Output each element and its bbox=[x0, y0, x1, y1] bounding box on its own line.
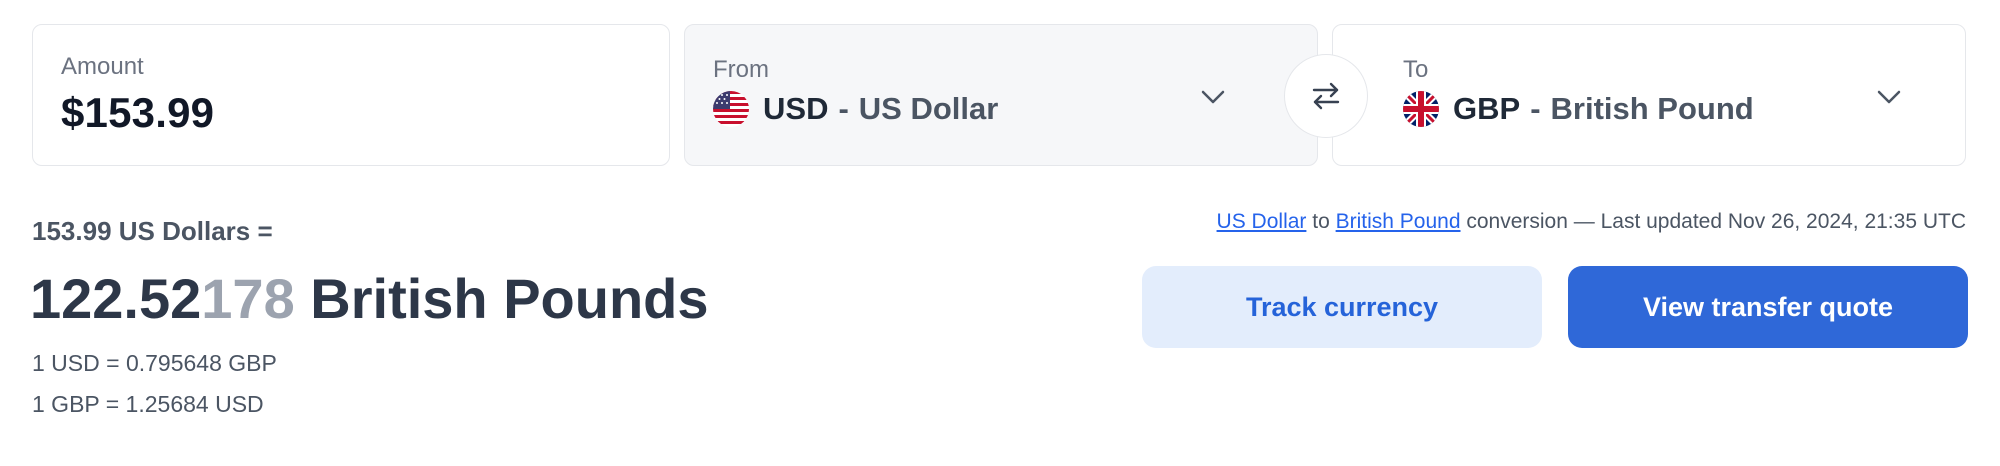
british-pound-link[interactable]: British Pound bbox=[1336, 210, 1461, 233]
us-flag-icon bbox=[713, 91, 749, 127]
to-currency-name: British Pound bbox=[1550, 91, 1754, 126]
to-currency-select[interactable]: To GBP - British Pound bbox=[1332, 24, 1966, 166]
source-amount-text: 153.99 US Dollars = bbox=[32, 216, 273, 246]
from-label: From bbox=[713, 56, 769, 83]
track-currency-button[interactable]: Track currency bbox=[1142, 266, 1542, 348]
swap-currencies-button[interactable] bbox=[1284, 54, 1368, 138]
from-currency-name: US Dollar bbox=[858, 91, 999, 126]
uk-flag-icon bbox=[1403, 91, 1439, 127]
to-currency-separator: - bbox=[1530, 91, 1541, 126]
from-currency-separator: - bbox=[838, 91, 849, 126]
to-currency-code: GBP bbox=[1453, 91, 1521, 126]
us-dollar-link[interactable]: US Dollar bbox=[1217, 210, 1307, 233]
chevron-down-icon[interactable] bbox=[1197, 81, 1229, 113]
converted-amount-extra-digits: 178 bbox=[201, 267, 295, 330]
conversion-info: US Dollar to British Pound conversion — … bbox=[1217, 210, 1966, 234]
from-currency-code: USD bbox=[763, 91, 829, 126]
from-currency-value: USD - US Dollar bbox=[713, 89, 998, 129]
from-currency-select[interactable]: From USD - US Dollar bbox=[684, 24, 1318, 166]
amount-field[interactable]: Amount $153.99 bbox=[32, 24, 670, 166]
converted-amount-main: 122.52 bbox=[30, 267, 202, 330]
view-transfer-quote-button[interactable]: View transfer quote bbox=[1568, 266, 1968, 348]
to-currency-value: GBP - British Pound bbox=[1403, 89, 1754, 129]
meta-to-word: to bbox=[1312, 210, 1330, 233]
amount-label: Amount bbox=[61, 53, 144, 80]
amount-input[interactable]: $153.99 bbox=[61, 89, 214, 137]
swap-arrows-icon bbox=[1312, 82, 1340, 110]
last-updated-text: conversion — Last updated Nov 26, 2024, … bbox=[1466, 210, 1966, 233]
to-label: To bbox=[1403, 56, 1429, 83]
converted-amount: 122.52178 British Pounds bbox=[30, 266, 709, 331]
rate-gbp-to-usd: 1 GBP = 1.25684 USD bbox=[32, 391, 264, 417]
chevron-down-icon[interactable] bbox=[1873, 81, 1905, 113]
rate-usd-to-gbp: 1 USD = 0.795648 GBP bbox=[32, 350, 277, 376]
converted-currency-unit: British Pounds bbox=[294, 267, 709, 330]
